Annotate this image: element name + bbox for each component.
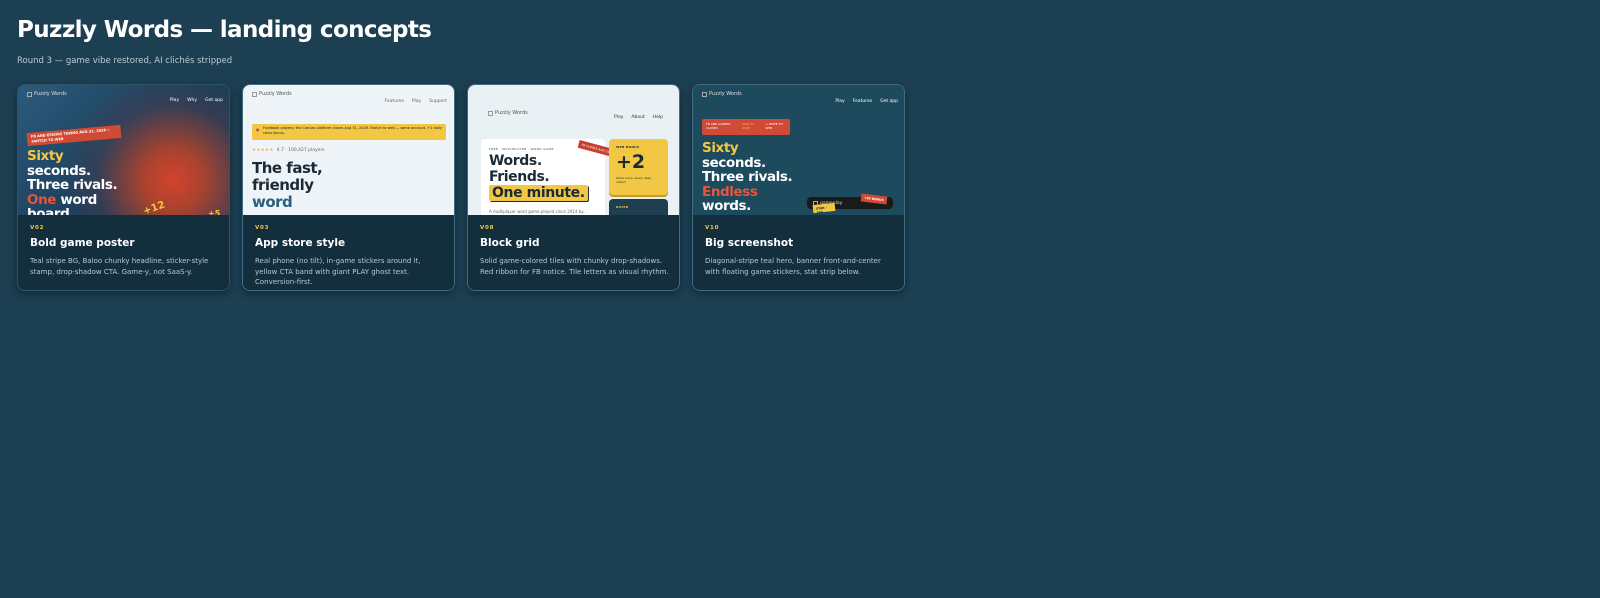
- preview-fb-banner: FB AND GAMING CLOSES AUG 31, 2026 → MOVE…: [702, 119, 790, 135]
- preview-nav-get-app: Get app: [880, 99, 898, 104]
- preview-hero-tile: FREE · MULTIPLAYER · WORD GAME FB CLOSES…: [481, 139, 619, 215]
- card-meta: V02 Bold game poster Teal stripe BG, Bal…: [18, 215, 229, 290]
- preview-nav-play: Play: [411, 99, 422, 104]
- page-subtitle: Round 3 — game vibe restored, AI clichés…: [17, 56, 233, 66]
- card-title: Big screenshot: [705, 237, 794, 249]
- concept-card-v03[interactable]: Puzzly Words Features Play Support ● Fac…: [242, 84, 455, 291]
- preview-nav: Play About Help: [614, 115, 663, 120]
- card-preview: Puzzly Words Play Features Get app FB AN…: [693, 85, 904, 215]
- card-title: Bold game poster: [30, 237, 135, 249]
- preview-headline: Sixty seconds. Three rivals. Endless wor…: [702, 140, 793, 214]
- card-description: Diagonal-stripe teal hero, banner front-…: [705, 257, 881, 276]
- preview-nav-support: Support: [429, 99, 447, 104]
- preview-score-sticker: +12: [141, 199, 167, 215]
- concept-card-v08[interactable]: Puzzly Words Play About Help FREE · MULT…: [467, 84, 680, 291]
- preview-headline: Sixty seconds. Three rivals. One word bo…: [27, 148, 118, 215]
- card-preview: Puzzly Words Play Why Get app FB AND ESS…: [18, 85, 229, 215]
- card-description: Teal stripe BG, Baloo chunky headline, s…: [30, 257, 209, 276]
- card-meta: V10 Big screenshot Diagonal-stripe teal …: [693, 215, 904, 290]
- card-preview: Puzzly Words Features Play Support ● Fac…: [243, 85, 454, 215]
- card-meta: V08 Block grid Solid game-colored tiles …: [468, 215, 679, 290]
- logo-image: Puzzly Words: [488, 110, 528, 116]
- broken-image-icon: [488, 110, 493, 116]
- card-preview: Puzzly Words Play About Help FREE · MULT…: [468, 85, 679, 215]
- alert-icon: ●: [256, 127, 260, 132]
- card-version-tag: V03: [255, 225, 270, 231]
- card-version-tag: V10: [705, 225, 720, 231]
- preview-sticker: STAR · 100: [812, 202, 836, 215]
- preview-nav-play: Play: [614, 115, 624, 120]
- preview-nav-get-app: Get app: [205, 98, 223, 103]
- card-description: Solid game-colored tiles with chunky dro…: [480, 257, 669, 276]
- card-description: Real phone (no tilt), in-game stickers a…: [255, 257, 421, 286]
- preview-nav-play: Play: [169, 98, 180, 103]
- logo-image: Puzzly Words: [702, 91, 742, 97]
- preview-nav-about: About: [631, 115, 645, 120]
- preview-nav-features: Features: [384, 99, 404, 104]
- logo-image: Puzzly Words: [252, 91, 292, 97]
- card-version-tag: V08: [480, 225, 495, 231]
- broken-image-icon: [27, 91, 32, 97]
- preview-bonus-tile: WEB BONUS +2 extra coins, every daily co…: [609, 139, 668, 195]
- broken-image-icon: [252, 91, 257, 97]
- preview-nav: Features Play Support: [384, 99, 447, 104]
- preview-headline: Words. Friends. One minute.: [489, 153, 588, 201]
- preview-nav: Play Features Get app: [835, 99, 898, 104]
- preview-rating: ★★★★★ 4.7 · 100,427 players: [252, 148, 325, 153]
- card-meta: V03 App store style Real phone (no tilt)…: [243, 215, 454, 290]
- logo-image: Puzzly Words: [27, 91, 67, 97]
- preview-nav-help: Help: [652, 115, 663, 120]
- preview-nav-why: Why: [187, 98, 198, 103]
- card-title: Block grid: [480, 237, 540, 249]
- preview-rated-tile: RATED: [609, 199, 668, 215]
- concept-cards: Puzzly Words Play Why Get app FB AND ESS…: [17, 84, 905, 291]
- concept-card-v10[interactable]: Puzzly Words Play Features Get app FB AN…: [692, 84, 905, 291]
- card-title: App store style: [255, 237, 346, 249]
- page-title: Puzzly Words — landing concepts: [17, 17, 432, 43]
- preview-fb-banner: ● Facebook players: the Canvas platform …: [252, 124, 446, 140]
- preview-nav: Play Why Get app: [170, 98, 223, 103]
- preview-headline: The fast, friendly word: [252, 159, 323, 211]
- preview-sticker: FB AND ESSORS TAKING AUG 31, 2026 • SWIT…: [26, 124, 122, 147]
- card-version-tag: V02: [30, 225, 45, 231]
- broken-image-icon: [702, 91, 707, 97]
- star-rating-icon: ★★★★★: [252, 148, 274, 153]
- preview-nav-play: Play: [835, 99, 845, 104]
- preview-nav-features: Features: [852, 99, 873, 104]
- concept-card-v02[interactable]: Puzzly Words Play Why Get app FB AND ESS…: [17, 84, 230, 291]
